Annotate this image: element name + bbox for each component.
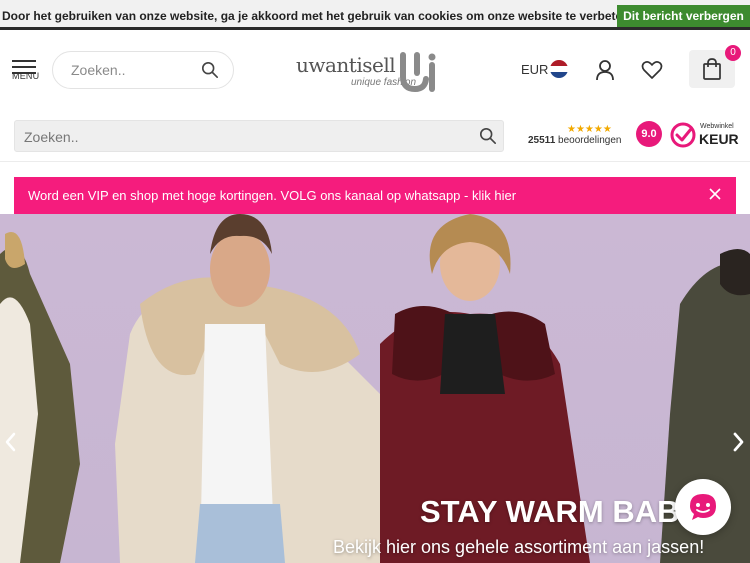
cookie-bar: Door het gebruiken van onze website, ga … xyxy=(0,0,750,30)
currency-selector[interactable]: EUR xyxy=(521,62,548,77)
hero-subtitle[interactable]: Bekijk hier ons gehele assortiment aan j… xyxy=(333,537,704,558)
heart-icon[interactable] xyxy=(641,59,663,81)
main-search-input[interactable] xyxy=(24,128,424,146)
review-count: 25511 xyxy=(528,135,556,146)
header-search xyxy=(52,51,234,89)
search-icon[interactable] xyxy=(479,127,497,145)
shopping-bag-icon xyxy=(703,58,721,80)
keur-label: KEUR xyxy=(699,131,739,147)
chat-button[interactable] xyxy=(675,479,731,535)
logo-name: uwantisell xyxy=(296,53,396,77)
logo-mark-icon xyxy=(400,52,436,93)
hamburger-icon xyxy=(12,60,36,62)
chevron-right-icon[interactable] xyxy=(728,422,750,462)
hide-cookie-button[interactable]: Dit bericht verbergen xyxy=(617,5,750,27)
review-summary[interactable]: 25511 beoordelingen xyxy=(528,135,621,146)
hero-title[interactable]: STAY WARM BABE xyxy=(420,494,700,530)
vip-whatsapp-banner[interactable]: Word een VIP en shop met hoge kortingen.… xyxy=(14,177,736,214)
rating-stars: ★★★★★ xyxy=(567,124,612,135)
site-logo[interactable]: uwantisell unique fashion xyxy=(296,50,441,94)
menu-label[interactable]: MENU xyxy=(12,71,39,81)
user-icon[interactable] xyxy=(594,59,616,81)
site-header: MENU uwantisell unique fashion EUR xyxy=(0,33,750,108)
main-search xyxy=(14,120,504,152)
netherlands-flag-icon[interactable] xyxy=(550,60,568,78)
review-label: beoordelingen xyxy=(558,135,622,146)
search-icon[interactable] xyxy=(201,61,219,79)
search-and-reviews-row: ★★★★★ 25511 beoordelingen 9.0 Webwinkel … xyxy=(0,108,750,162)
rating-score-badge: 9.0 xyxy=(636,121,662,147)
chat-icon xyxy=(690,494,716,520)
chevron-left-icon[interactable] xyxy=(0,422,22,462)
cart-count-badge: 0 xyxy=(725,45,741,61)
vip-banner-text[interactable]: Word een VIP en shop met hoge kortingen.… xyxy=(28,188,516,203)
keur-label-small: Webwinkel xyxy=(700,123,734,130)
hero-banner[interactable]: STAY WARM BABE Bekijk hier ons gehele as… xyxy=(0,214,750,563)
webwinkel-keur-icon[interactable] xyxy=(670,122,696,148)
header-search-input[interactable] xyxy=(71,61,191,79)
cookie-message: Door het gebruiken van onze website, ga … xyxy=(2,9,645,23)
close-icon[interactable] xyxy=(708,187,722,201)
